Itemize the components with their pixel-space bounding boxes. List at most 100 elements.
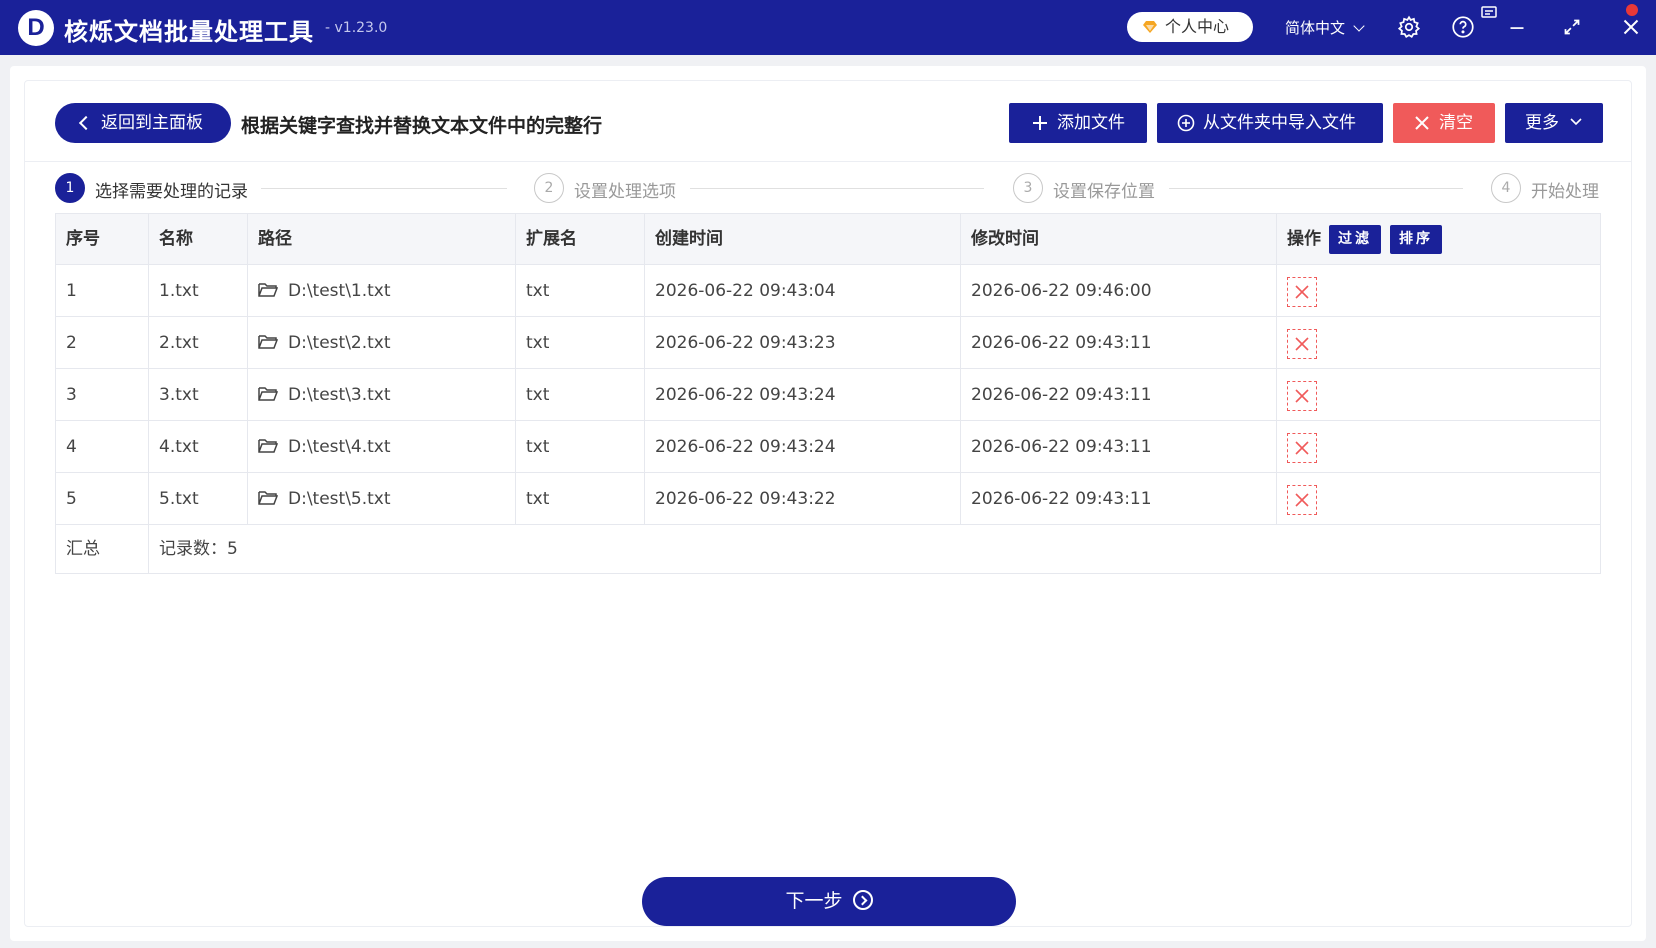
- next-step-label: 下一步: [785, 890, 843, 912]
- content-area: 返回到主面板 根据关键字查找并替换文本文件中的完整行 添加文件 从文件夹中导入文…: [24, 80, 1632, 927]
- step-connector: [261, 188, 507, 189]
- cell-modified: 2026-06-22 09:43:11: [961, 369, 1277, 420]
- import-folder-button[interactable]: 从文件夹中导入文件: [1157, 103, 1383, 143]
- step-number: 4: [1491, 173, 1521, 203]
- feedback-icon[interactable]: [1480, 4, 1498, 22]
- table-row[interactable]: 1 1.txt D:\test\1.txt txt 2026-06-22 09:43:0…: [56, 265, 1600, 317]
- folder-icon[interactable]: [258, 319, 279, 349]
- summary-value: 记录数：5: [159, 539, 238, 559]
- notification-dot-icon: [1626, 4, 1638, 16]
- cell-name: 2.txt: [149, 317, 248, 368]
- path-text: D:\test\4.txt: [288, 437, 391, 457]
- header-actions: 操作 过滤 排序: [1277, 214, 1602, 264]
- personal-center-button[interactable]: 个人中心: [1127, 12, 1253, 42]
- help-icon[interactable]: [1450, 14, 1476, 40]
- delete-row-button[interactable]: [1287, 433, 1317, 463]
- cell-actions: [1277, 473, 1602, 524]
- cell-actions: [1277, 265, 1602, 316]
- header-divider: [25, 161, 1631, 162]
- close-icon[interactable]: [1618, 14, 1644, 40]
- sort-button[interactable]: 排序: [1390, 225, 1442, 254]
- step-label: 选择需要处理的记录: [95, 182, 248, 202]
- cell-actions: [1277, 317, 1602, 368]
- plus-icon: [1033, 116, 1047, 130]
- delete-row-button[interactable]: [1287, 485, 1317, 515]
- table-row[interactable]: 3 3.txt D:\test\3.txt txt 2026-06-22 09:43:2…: [56, 369, 1600, 421]
- app-title: 核烁文档批量处理工具: [64, 18, 314, 46]
- cell-path: D:\test\5.txt: [248, 473, 516, 524]
- step-connector: [1169, 188, 1463, 189]
- language-select[interactable]: 简体中文: [1285, 17, 1365, 38]
- close-icon: [1415, 116, 1429, 130]
- cell-path: D:\test\1.txt: [248, 265, 516, 316]
- cell-created: 2026-06-22 09:43:24: [645, 369, 961, 420]
- folder-icon[interactable]: [258, 475, 279, 505]
- chevron-left-icon: [78, 115, 94, 131]
- page-title: 根据关键字查找并替换文本文件中的完整行: [241, 115, 603, 137]
- folder-icon[interactable]: [258, 423, 279, 453]
- cell-path: D:\test\4.txt: [248, 421, 516, 472]
- cell-name: 1.txt: [149, 265, 248, 316]
- path-text: D:\test\1.txt: [288, 281, 391, 301]
- step-label: 设置保存位置: [1053, 182, 1155, 202]
- cell-name: 5.txt: [149, 473, 248, 524]
- cell-created: 2026-06-22 09:43:23: [645, 317, 961, 368]
- header-modified: 修改时间: [961, 214, 1277, 264]
- cell-created: 2026-06-22 09:43:04: [645, 265, 961, 316]
- more-button[interactable]: 更多: [1505, 103, 1603, 143]
- cell-path: D:\test\3.txt: [248, 369, 516, 420]
- back-label: 返回到主面板: [101, 113, 203, 133]
- cell-modified: 2026-06-22 09:43:11: [961, 317, 1277, 368]
- app-version: - v1.23.0: [325, 20, 388, 36]
- header-actions-label: 操作: [1287, 229, 1321, 249]
- app-logo-icon: D: [18, 10, 54, 46]
- delete-row-button[interactable]: [1287, 329, 1317, 359]
- back-to-main-button[interactable]: 返回到主面板: [55, 103, 231, 143]
- next-step-button[interactable]: 下一步: [642, 877, 1016, 926]
- cell-name: 4.txt: [149, 421, 248, 472]
- main-panel: 返回到主面板 根据关键字查找并替换文本文件中的完整行 添加文件 从文件夹中导入文…: [10, 66, 1646, 941]
- chevron-down-icon: [1353, 20, 1365, 32]
- folder-icon[interactable]: [258, 371, 279, 401]
- step-label: 设置处理选项: [574, 182, 676, 202]
- import-folder-label: 从文件夹中导入文件: [1203, 113, 1356, 133]
- cell-actions: [1277, 369, 1602, 420]
- folder-icon[interactable]: [258, 267, 279, 297]
- table-row[interactable]: 5 5.txt D:\test\5.txt txt 2026-06-22 09:43:2…: [56, 473, 1600, 525]
- cell-extension: txt: [516, 369, 645, 420]
- cell-index: 2: [56, 317, 149, 368]
- minimize-icon[interactable]: [1504, 14, 1530, 40]
- table-row[interactable]: 2 2.txt D:\test\2.txt txt 2026-06-22 09:43:2…: [56, 317, 1600, 369]
- plus-circle-icon: [1177, 114, 1195, 132]
- table-row[interactable]: 4 4.txt D:\test\4.txt txt 2026-06-22 09:43:2…: [56, 421, 1600, 473]
- cell-index: 3: [56, 369, 149, 420]
- path-text: D:\test\3.txt: [288, 385, 391, 405]
- language-label: 简体中文: [1285, 19, 1346, 37]
- cell-actions: [1277, 421, 1602, 472]
- clear-button[interactable]: 清空: [1393, 103, 1495, 143]
- more-label: 更多: [1525, 113, 1559, 133]
- add-file-label: 添加文件: [1057, 113, 1125, 133]
- delete-row-button[interactable]: [1287, 277, 1317, 307]
- header-name: 名称: [149, 214, 248, 264]
- cell-modified: 2026-06-22 09:46:00: [961, 265, 1277, 316]
- cell-created: 2026-06-22 09:43:22: [645, 473, 961, 524]
- gear-icon[interactable]: [1396, 14, 1422, 40]
- cell-extension: txt: [516, 421, 645, 472]
- header-path: 路径: [248, 214, 516, 264]
- step-number: 1: [55, 173, 85, 203]
- clear-label: 清空: [1439, 113, 1473, 133]
- maximize-icon[interactable]: [1559, 14, 1585, 40]
- add-file-button[interactable]: 添加文件: [1009, 103, 1147, 143]
- table-header-row: 序号 名称 路径 扩展名 创建时间 修改时间 操作 过滤 排序: [56, 214, 1600, 265]
- cell-modified: 2026-06-22 09:43:11: [961, 421, 1277, 472]
- personal-center-label: 个人中心: [1165, 17, 1230, 36]
- delete-row-button[interactable]: [1287, 381, 1317, 411]
- diamond-icon: [1143, 21, 1157, 33]
- header-created: 创建时间: [645, 214, 961, 264]
- summary-label: 汇总: [56, 525, 149, 573]
- filter-button[interactable]: 过滤: [1329, 225, 1381, 254]
- cell-extension: txt: [516, 265, 645, 316]
- cell-created: 2026-06-22 09:43:24: [645, 421, 961, 472]
- chevron-down-icon: [1570, 118, 1582, 126]
